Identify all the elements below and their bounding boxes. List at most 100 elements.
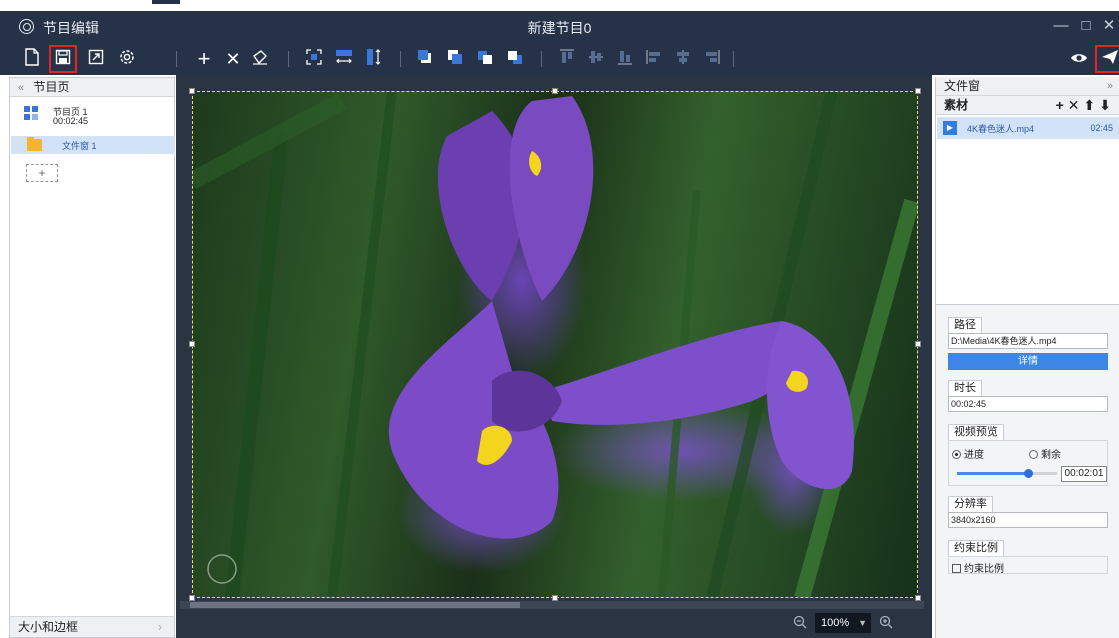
- media-title: 素材: [944, 98, 969, 112]
- clear-selection-icon[interactable]: [249, 48, 271, 70]
- radio-unselected-icon: [1029, 450, 1038, 459]
- video-preview-group: 进度 剩余 00:02:01: [948, 440, 1108, 486]
- aspect-ratio-checkbox[interactable]: 约束比例: [952, 560, 1004, 575]
- new-file-icon[interactable]: [21, 48, 43, 70]
- align-right-icon[interactable]: [701, 48, 723, 70]
- toolbar-separator: [541, 51, 542, 67]
- file-window-item[interactable]: 文件窗 1: [11, 136, 175, 154]
- save-highlight-box: [49, 45, 77, 73]
- page-duration: 00:02:45: [53, 116, 89, 126]
- align-middle-icon[interactable]: [585, 48, 607, 70]
- program-pages-panel: « 节目页 节目页 1 00:02:45 文件窗 1 + 大小和边框 ›: [9, 77, 175, 638]
- aspect-ratio-group: 约束比例: [948, 556, 1108, 575]
- resolution-field[interactable]: 3840x2160: [948, 512, 1108, 528]
- title-bar: 节目编辑 新建节目0 — □ ✕: [0, 11, 1119, 42]
- remaining-radio-label: 剩余: [1041, 450, 1061, 461]
- delete-icon[interactable]: ✕: [222, 48, 244, 70]
- align-center-icon[interactable]: [672, 48, 694, 70]
- preview-eye-icon[interactable]: [1068, 48, 1090, 70]
- fit-screen-icon[interactable]: [303, 48, 325, 70]
- collapse-right-icon[interactable]: »: [1107, 77, 1113, 96]
- zoom-out-icon[interactable]: [793, 615, 807, 632]
- fit-width-icon[interactable]: [333, 48, 355, 70]
- file-window-header: 文件窗 »: [936, 77, 1119, 96]
- aspect-ratio-label: 约束比例: [948, 540, 1004, 556]
- chevron-down-icon: ▼: [858, 618, 867, 628]
- resize-handle[interactable]: [915, 88, 921, 94]
- media-list-item[interactable]: ▶ 4K春色迷人.mp4 02:45: [937, 117, 1119, 139]
- resize-handle[interactable]: [552, 88, 558, 94]
- maximize-button[interactable]: □: [1075, 15, 1097, 37]
- program-pages-title: 节目页: [33, 80, 70, 94]
- file-window-title: 文件窗: [944, 79, 981, 93]
- size-and-border-section[interactable]: 大小和边框 ›: [10, 616, 174, 637]
- editing-canvas: 100% ▼: [176, 75, 932, 638]
- send-to-back-icon[interactable]: [444, 48, 466, 70]
- video-play-icon: ▶: [943, 121, 957, 135]
- properties-panel: 路径 D:\Media\4K春色迷人.mp4 详情 时长 00:02:45 视频…: [936, 304, 1119, 638]
- mini-tab: [152, 0, 180, 4]
- send-backward-icon[interactable]: [504, 48, 526, 70]
- file-window-name: 文件窗 1: [62, 141, 97, 151]
- path-label: 路径: [948, 317, 982, 333]
- move-down-icon[interactable]: ⬇: [1099, 97, 1115, 113]
- move-up-icon[interactable]: ⬆: [1084, 97, 1100, 113]
- progress-radio-label: 进度: [964, 450, 984, 461]
- expand-right-icon: ›: [158, 620, 162, 634]
- resize-handle[interactable]: [189, 341, 195, 347]
- document-title: 新建节目0: [527, 20, 592, 36]
- align-left-icon[interactable]: [643, 48, 665, 70]
- zoom-level-select[interactable]: 100% ▼: [815, 613, 871, 633]
- selection-border: [192, 91, 918, 598]
- minimize-button[interactable]: —: [1050, 15, 1072, 37]
- preview-slider-fill: [957, 472, 1028, 475]
- media-duration: 02:45: [1090, 123, 1113, 133]
- media-file-name: 4K春色迷人.mp4: [967, 124, 1035, 134]
- horizontal-scrollbar[interactable]: [180, 601, 924, 609]
- page-list-item[interactable]: 节目页 1 00:02:45: [16, 102, 166, 132]
- checkbox-unchecked-icon: [952, 564, 961, 573]
- toolbar-separator: [733, 51, 734, 67]
- zoom-in-icon[interactable]: [879, 615, 893, 632]
- resize-handle[interactable]: [189, 88, 195, 94]
- add-media-icon[interactable]: +: [1056, 97, 1068, 113]
- bring-to-front-icon[interactable]: [414, 48, 436, 70]
- toolbar-separator: [400, 51, 401, 67]
- duration-field[interactable]: 00:02:45: [948, 396, 1108, 412]
- export-icon[interactable]: [85, 48, 107, 70]
- size-and-border-label: 大小和边框: [18, 620, 79, 634]
- remove-media-icon[interactable]: ✕: [1068, 97, 1084, 113]
- toolbar-separator: [176, 51, 177, 67]
- path-field[interactable]: D:\Media\4K春色迷人.mp4: [948, 333, 1108, 349]
- add-window-icon[interactable]: +: [193, 48, 215, 70]
- media-toolbar: +✕⬆⬇: [1056, 96, 1115, 115]
- align-top-icon[interactable]: [556, 48, 578, 70]
- folder-icon: [27, 137, 42, 151]
- toolbar-separator: [288, 51, 289, 67]
- collapse-left-icon[interactable]: «: [18, 82, 24, 94]
- details-button[interactable]: 详情: [948, 353, 1108, 370]
- top-strip: [0, 0, 1119, 11]
- resize-handle[interactable]: [915, 341, 921, 347]
- zoom-level-value: 100%: [821, 617, 850, 629]
- progress-radio[interactable]: 进度: [952, 446, 984, 461]
- preview-slider-knob[interactable]: [1024, 469, 1033, 478]
- add-page-button[interactable]: +: [26, 164, 58, 182]
- page-layout-icon: [24, 106, 39, 121]
- remaining-radio[interactable]: 剩余: [1029, 446, 1061, 461]
- video-preview-label: 视频预览: [948, 424, 1004, 440]
- radio-selected-icon: [952, 450, 961, 459]
- fit-height-icon[interactable]: [363, 48, 385, 70]
- close-button[interactable]: ✕: [1098, 15, 1119, 37]
- horizontal-scroll-thumb[interactable]: [190, 602, 520, 608]
- file-window-panel: 文件窗 » 素材 +✕⬆⬇ ▶ 4K春色迷人.mp4 02:45 路径 D:\M…: [935, 77, 1119, 638]
- program-pages-header: « 节目页: [10, 78, 174, 97]
- publish-highlight-box: [1095, 45, 1119, 73]
- toolbar: + ✕: [0, 42, 1119, 75]
- bring-forward-icon[interactable]: [474, 48, 496, 70]
- align-bottom-icon[interactable]: [614, 48, 636, 70]
- settings-gear-icon[interactable]: [116, 48, 138, 70]
- duration-label: 时长: [948, 380, 982, 396]
- media-header: 素材 +✕⬆⬇: [936, 96, 1119, 115]
- preview-time-field[interactable]: 00:02:01: [1061, 466, 1107, 482]
